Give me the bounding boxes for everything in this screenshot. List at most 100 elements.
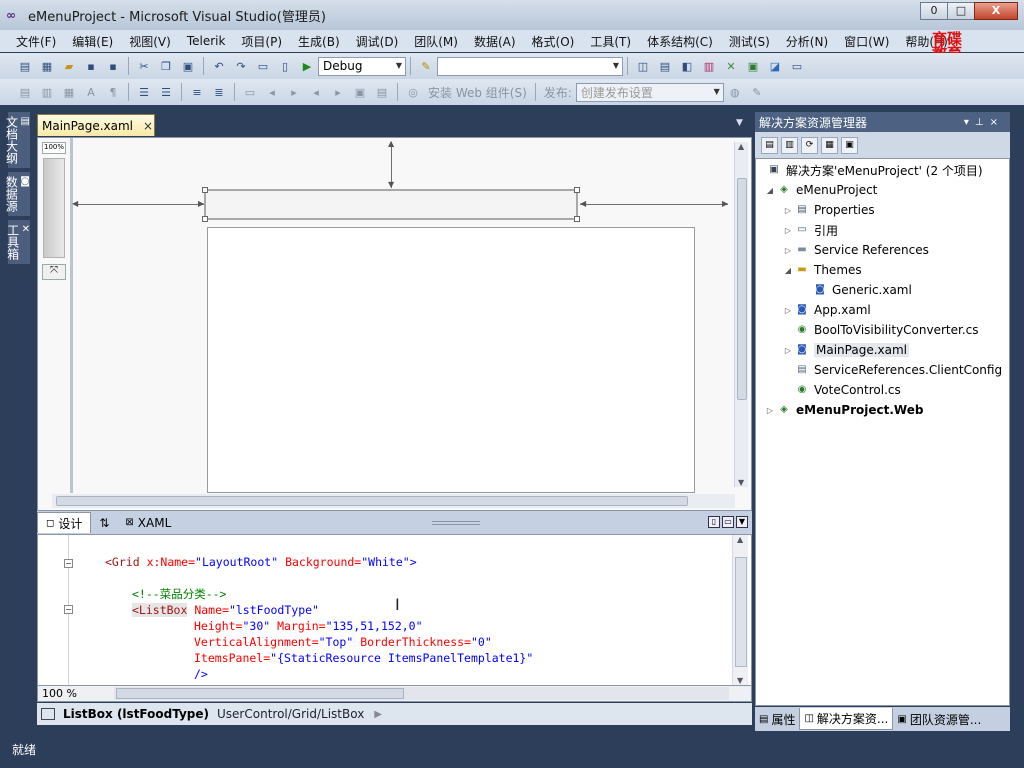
tab-properties[interactable]: ▤ 属性 [755,708,799,730]
tab-mainpage-xaml[interactable]: MainPage.xaml × [37,114,155,136]
tree-item-votecontrol-cs[interactable]: ◉ VoteControl.cs [794,381,901,399]
tree-item-references[interactable]: ▷ ▭ 引用 [782,221,838,239]
expand-arrow-icon[interactable]: ▷ [782,206,794,215]
menu-architecture[interactable]: 体系结构(C) [639,33,721,50]
editor-vertical-scrollbar[interactable]: ▲ ▼ [732,535,748,685]
align-right-icon[interactable]: ▦ [61,84,77,100]
tab-design[interactable]: ◻ 设计 [37,512,92,533]
document-list-icon[interactable]: ▼ [736,118,743,128]
resize-handle[interactable] [202,216,208,222]
tools-icon[interactable]: ✕ [723,58,739,74]
tree-item-properties[interactable]: ▷ ▤ Properties [782,201,875,219]
bookmark-folder-icon[interactable]: ◂ [308,84,324,100]
menu-edit[interactable]: 编辑(E) [64,33,121,50]
save-icon[interactable]: ▪ [83,58,99,74]
new-project-icon[interactable]: ▤ [17,58,33,74]
scroll-thumb[interactable] [737,178,747,400]
editor-zoom-dropdown[interactable]: 100 % [38,687,102,700]
view-designer-icon[interactable]: ▣ [841,136,858,154]
refresh-icon[interactable]: ⟳ [801,136,818,154]
open-folder-icon[interactable]: ▰ [61,58,77,74]
tree-item-service-references[interactable]: ▷ ▬ Service References [782,241,929,259]
menu-view[interactable]: 视图(V) [121,33,179,50]
toolbox-tab[interactable]: ✕ 工具箱 [6,220,30,264]
zoom-track[interactable] [43,158,65,258]
find-in-files-icon[interactable]: ✎ [418,58,434,74]
collapse-pane-icon[interactable]: ▼ [736,516,748,528]
command-window-icon[interactable]: ▭ [789,58,805,74]
menu-debug[interactable]: 调试(D) [348,33,407,50]
tree-item-generic-xaml[interactable]: ◙ Generic.xaml [812,281,912,299]
menu-analyze[interactable]: 分析(N) [778,33,836,50]
expand-arrow-icon[interactable]: ◢ [764,186,776,195]
tree-item-themes[interactable]: ◢ ▬ Themes [782,261,862,279]
usercontrol-artboard[interactable] [207,227,695,493]
zoom-slider[interactable]: 100% ⤧ [42,142,66,282]
close-button[interactable]: X [974,2,1018,20]
align-center-icon[interactable]: ▥ [39,84,55,100]
splitter-gripper[interactable] [432,521,480,525]
show-all-files-icon[interactable]: ▥ [781,136,798,154]
font-size-icon[interactable]: A [83,84,99,100]
menu-data[interactable]: 数据(A) [466,33,524,50]
save-all-icon[interactable]: ▪ [105,58,121,74]
outdent-icon[interactable]: ☰ [158,84,174,100]
scroll-thumb[interactable] [56,496,688,506]
navigate-icon[interactable]: ▭ [255,58,271,74]
data-sources-tab[interactable]: ◙ 数据源 [4,172,30,216]
properties-icon[interactable]: ▤ [657,58,673,74]
collapse-region-icon[interactable]: − [64,605,73,614]
tree-solution[interactable]: ▣ 解决方案'eMenuProject' (2 个项目) [766,161,982,179]
uncomment-icon[interactable]: ≣ [211,84,227,100]
comment-icon[interactable]: ≡ [189,84,205,100]
toolbox-icon[interactable]: ▥ [701,58,717,74]
xaml-design-surface[interactable]: 100% ⤧ ▲ ▼ ◀ ▶ ◀ ▶ ▲ ▼ [37,137,752,511]
resize-handle[interactable] [202,187,208,193]
cut-icon[interactable]: ✂ [136,58,152,74]
menu-window[interactable]: 窗口(W) [836,33,897,50]
panel-controls[interactable]: ▾⊥× [964,117,1004,128]
horizontal-split-icon[interactable]: ▭ [722,516,734,528]
copy-icon[interactable]: ❐ [158,58,174,74]
find-combo[interactable]: ▼ [437,56,623,76]
prev-bookmark-icon[interactable]: ◂ [264,84,280,100]
maximize-button[interactable]: □ [947,2,975,20]
resize-handle[interactable] [574,216,580,222]
scroll-up-icon[interactable]: ▲ [737,535,743,544]
tree-item-app-xaml[interactable]: ▷ ◙ App.xaml [782,301,871,319]
designer-vertical-scrollbar[interactable]: ▲ ▼ [734,142,748,487]
tab-solution-explorer[interactable]: ◫ 解决方案资... [799,708,894,730]
menu-team[interactable]: 团队(M) [406,33,466,50]
menu-build[interactable]: 生成(B) [290,33,348,50]
minimize-button[interactable]: 0 [920,2,948,20]
scroll-down-icon[interactable]: ▼ [737,676,743,685]
undo-icon[interactable]: ↶ [211,58,227,74]
scroll-down-icon[interactable]: ▼ [738,478,744,487]
paragraph-icon[interactable]: ¶ [105,84,121,100]
expand-arrow-icon[interactable]: ▷ [782,226,794,235]
tree-item-service-config[interactable]: ▤ ServiceReferences.ClientConfig [794,361,1002,379]
scroll-up-icon[interactable]: ▲ [738,142,744,151]
object-browser-icon[interactable]: ◧ [679,58,695,74]
start-page-icon[interactable]: ▣ [745,58,761,74]
expand-arrow-icon[interactable]: ▷ [782,306,794,315]
scroll-thumb[interactable] [116,688,404,699]
expand-arrow-icon[interactable]: ▷ [782,246,794,255]
paste-icon[interactable]: ▣ [180,58,196,74]
add-item-icon[interactable]: ▦ [39,58,55,74]
tree-item-converter-cs[interactable]: ◉ BoolToVisibilityConverter.cs [794,321,979,339]
expand-arrow-icon[interactable]: ▷ [764,406,776,415]
menu-format[interactable]: 格式(O) [524,33,583,50]
tree-item-mainpage-xaml[interactable]: ▷ ◙ MainPage.xaml [782,341,909,359]
chevron-right-icon[interactable]: ▶ [374,709,382,720]
solution-config-dropdown[interactable]: Debug ▼ [318,56,406,76]
align-left-icon[interactable]: ▤ [17,84,33,100]
tab-xaml[interactable]: ⊠ XAML [117,512,179,533]
menu-test[interactable]: 测试(S) [721,33,778,50]
redo-icon[interactable]: ↷ [233,58,249,74]
collapse-arrow-icon[interactable]: ◢ [782,266,794,275]
menu-telerik[interactable]: Telerik [179,34,234,48]
tree-project[interactable]: ◢ ◈ eMenuProject [764,181,877,199]
find-icon[interactable]: ▯ [277,58,293,74]
resize-handle[interactable] [574,187,580,193]
